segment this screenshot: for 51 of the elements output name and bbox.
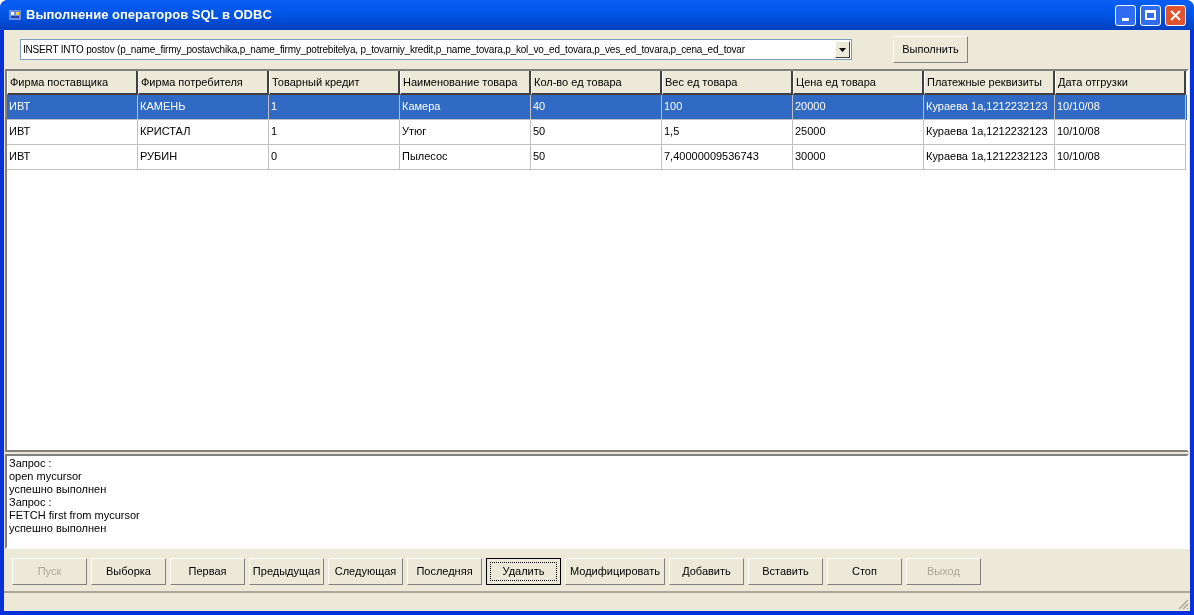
caret-icon [839, 47, 846, 52]
log-line: Запрос : [9, 457, 53, 470]
table-cell: 10/10/08 [1055, 145, 1186, 170]
maximize-button[interactable] [1140, 4, 1161, 26]
minimize-button[interactable] [1115, 4, 1136, 26]
window-title: Выполнение операторов SQL в ODBC [26, 6, 273, 25]
table-row[interactable]: ИВТ РУБИН 0 Пылесос 50 7,40000009536743 30000 Кураева 1а,1212232123 10/10/08 [7, 145, 1187, 170]
column-header[interactable]: Вес ед товара [662, 71, 793, 95]
minimize-icon [1122, 17, 1129, 21]
column-header[interactable]: Платежные реквизиты [924, 71, 1055, 95]
table-cell: 0 [269, 145, 400, 170]
column-header[interactable]: Кол-во ед товара [531, 71, 662, 95]
log-line: Запрос : [9, 496, 53, 509]
action-button[interactable]: Удалить [486, 558, 561, 585]
action-button[interactable]: Вставить [747, 558, 823, 585]
action-button[interactable]: Последняя [407, 558, 482, 585]
column-header[interactable]: Наименование товара [400, 71, 531, 95]
column-header[interactable]: Фирма потребителя [138, 71, 269, 95]
query-text: INSERT INTO postov (p_name_firmy_postavchika,p_name_firmy_potrebitelya, p_tovarniy_kredit,p_name_tovara,p_kol_vo_ed_tovara,p_ves_ed_tovara,p_cena_ed_tovar [23, 43, 746, 57]
action-button[interactable]: Выборка [91, 558, 166, 585]
table-cell: ИВТ [7, 145, 138, 170]
log-line: успешно выполнен [9, 483, 108, 496]
app-icon [8, 8, 22, 22]
action-button[interactable]: Модифицировать [565, 558, 665, 585]
table-cell: 7,40000009536743 [662, 145, 793, 170]
action-button[interactable]: Стоп [826, 558, 902, 585]
action-button[interactable]: Следующая [328, 558, 403, 585]
resize-grip-icon [1177, 598, 1189, 610]
close-icon [1170, 9, 1181, 21]
action-button[interactable]: Первая [170, 558, 245, 585]
log-line: FETCH first from mycursor [9, 509, 141, 522]
table-cell: РУБИН [138, 145, 269, 170]
action-button[interactable]: Добавить [668, 558, 744, 585]
dropdown-button[interactable] [835, 41, 850, 58]
log-line: успешно выполнен [9, 522, 108, 535]
column-header[interactable]: Цена ед товара [793, 71, 924, 95]
action-button[interactable]: Предыдущая [249, 558, 324, 585]
column-header[interactable]: Фирма поставщика [7, 71, 138, 95]
execute-button[interactable]: Выполнить [893, 36, 968, 63]
table-cell: Кураева 1а,1212232123 [924, 145, 1055, 170]
table-row[interactable]: ИВТ КРИСТАЛ 1 Утюг 50 1,5 25000 Кураева 1а,1212232123 10/10/08 [7, 120, 1187, 145]
table-row[interactable]: ИВТ КАМЕНЬ 1 Камера 40 100 20000 Кураева 1а,1212232123 10/10/08 [7, 95, 1187, 120]
log-line: open mycursor [9, 470, 83, 483]
column-header[interactable]: Дата отгрузки [1055, 71, 1186, 95]
table-cell: Пылесос [400, 145, 531, 170]
table-cell: 30000 [793, 145, 924, 170]
table-cell: 50 [531, 145, 662, 170]
query-combo[interactable]: INSERT INTO postov (p_name_firmy_postavchika,p_name_firmy_potrebitelya, p_tovarniy_kredit,p_name_tovara,p_kol_vo_ed_tovara,p_ves_ed_tovara,p_cena_ed_tovar [20, 39, 852, 60]
column-header[interactable]: Товарный кредит [269, 71, 400, 95]
maximize-icon [1145, 10, 1156, 20]
close-button[interactable] [1165, 4, 1186, 26]
